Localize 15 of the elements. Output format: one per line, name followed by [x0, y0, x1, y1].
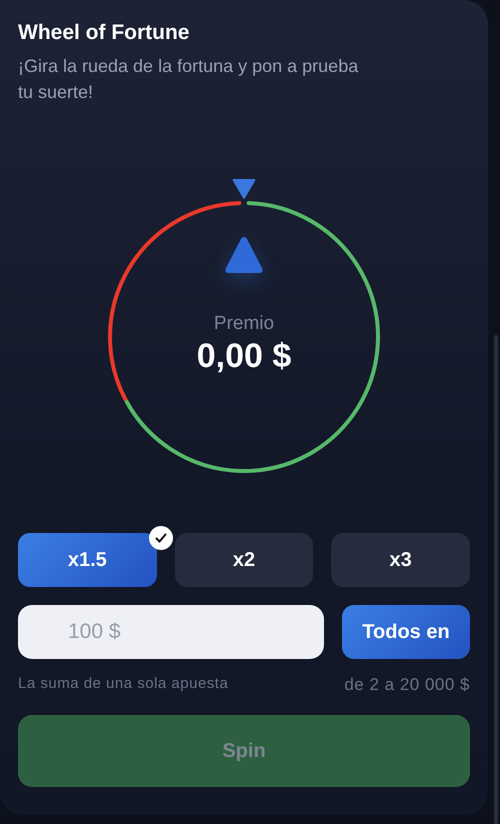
triangle-icon [224, 236, 264, 274]
multiplier-button[interactable]: x2 [174, 533, 314, 587]
subtitle: ¡Gira la rueda de la fortuna y pon a prueba tu suerte! [18, 55, 360, 104]
bet-range: de 2 a 20 000 $ [344, 675, 470, 695]
prize-label: Premio [212, 313, 276, 335]
bet-amount-field[interactable]: 100 $ [18, 605, 324, 659]
title: Wheel of Fortune [18, 21, 190, 45]
multiplier-button[interactable]: x1.5 [18, 533, 157, 587]
pointer-icon [231, 177, 257, 201]
bet-hint: La suma de una sola apuesta [18, 675, 228, 694]
prize-value: 0,00 $ [196, 337, 292, 376]
scrollbar[interactable] [494, 335, 498, 824]
checkmark-icon [148, 525, 174, 551]
multiplier-button[interactable]: x3 [331, 533, 470, 587]
all-in-button[interactable]: Todos en [342, 605, 470, 659]
